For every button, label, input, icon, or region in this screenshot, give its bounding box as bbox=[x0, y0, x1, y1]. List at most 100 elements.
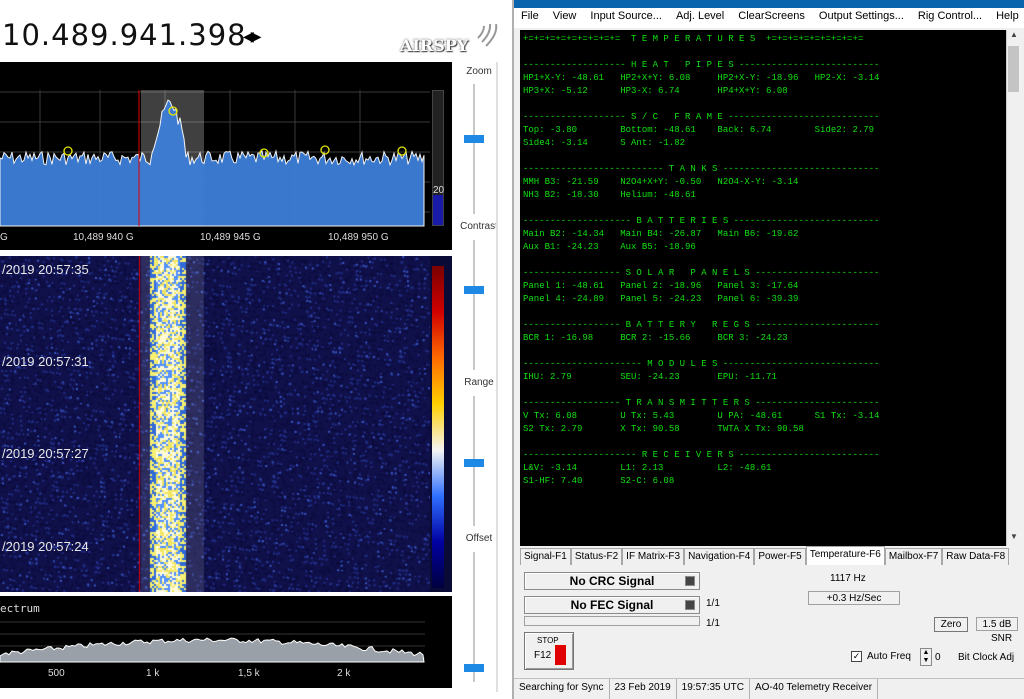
console-line: +=+=+=+=+=+=+=+=+= T E M P E R A T U R E… bbox=[523, 34, 864, 44]
scroll-up-icon[interactable]: ▲ bbox=[1007, 30, 1020, 44]
spin-up-icon[interactable]: ▲ bbox=[923, 649, 930, 656]
waterfall-colorbar bbox=[432, 266, 444, 588]
drift-readout: +0.3 Hz/Sec bbox=[808, 591, 900, 605]
tab-signal-f1[interactable]: Signal-F1 bbox=[520, 548, 571, 565]
console-line: MMH B3: -21.59 N2O4+X+Y: -0.50 N2O4-X-Y:… bbox=[523, 177, 799, 187]
menu-adj-level[interactable]: Adj. Level bbox=[669, 8, 731, 28]
zoom-slider-handle[interactable] bbox=[464, 135, 484, 144]
menu-clear-screens[interactable]: ClearScreens bbox=[731, 8, 812, 28]
range-slider-handle[interactable] bbox=[464, 459, 484, 468]
spectrum-panel[interactable]: G 10,489 940 G 10,489 945 G 10,489 950 G bbox=[0, 62, 452, 250]
console-line: ------------------ B A T T E R Y R E G S… bbox=[523, 320, 880, 330]
console-line: Aux B1: -24.23 Aux B5: -18.96 bbox=[523, 242, 696, 252]
menu-output-settings[interactable]: Output Settings... bbox=[812, 8, 911, 28]
offset-track[interactable] bbox=[473, 552, 475, 682]
console-line: ------------------ S O L A R P A N E L S… bbox=[523, 268, 880, 278]
console-line: Panel 4: -24.89 Panel 5: -24.23 Panel 6:… bbox=[523, 294, 799, 304]
offset-slider-handle[interactable] bbox=[464, 664, 484, 673]
contrast-slider-handle[interactable] bbox=[464, 286, 484, 295]
menu-rig-control[interactable]: Rig Control... bbox=[911, 8, 989, 28]
spectrum-level-bar bbox=[432, 90, 444, 226]
console-line: NH3 B2: -18.30 Helium: -48.61 bbox=[523, 190, 696, 200]
bit-clock-value: 0 bbox=[935, 652, 941, 663]
ratio-readout: 1/1 bbox=[706, 598, 720, 609]
stop-indicator-icon bbox=[555, 645, 566, 665]
freq-tick-label: G bbox=[0, 232, 8, 243]
menu-help[interactable]: Help bbox=[989, 8, 1024, 28]
tab-power-f5[interactable]: Power-F5 bbox=[754, 548, 806, 565]
console-line: ---------------------- M O D U L E S ---… bbox=[523, 359, 880, 369]
waterfall-timestamp: /2019 20:57:31 bbox=[2, 354, 89, 369]
tab-mailbox-f7[interactable]: Mailbox-F7 bbox=[884, 548, 943, 565]
tab-if-matrix-f3[interactable]: IF Matrix-F3 bbox=[622, 548, 685, 565]
console-line: Top: -3.80 Bottom: -48.61 Back: 6.74 Sid… bbox=[523, 125, 875, 135]
frequency-step-arrows-icon[interactable]: ◀▶ bbox=[243, 28, 261, 45]
tab-navigation-f4[interactable]: Navigation-F4 bbox=[684, 548, 755, 565]
waterfall-timestamp: /2019 20:57:24 bbox=[2, 539, 89, 554]
auto-freq-checkbox[interactable]: ✓ bbox=[851, 651, 862, 662]
zero-button[interactable]: Zero bbox=[934, 617, 968, 632]
console-line: Side4: -3.14 S Ant: -1.82 bbox=[523, 138, 686, 148]
crc-signal-indicator: No CRC Signal bbox=[524, 572, 700, 590]
audio-spectrum-plot bbox=[0, 621, 425, 663]
app-name: AO-40 Telemetry Receiver bbox=[750, 679, 879, 699]
console-line: L&V: -3.14 L1: 2.13 L2: -48.61 bbox=[523, 463, 772, 473]
tab-strip: Signal-F1 Status-F2 IF Matrix-F3 Navigation… bbox=[520, 546, 1024, 566]
contrast-track[interactable] bbox=[473, 240, 475, 370]
fec-signal-label: No FEC Signal bbox=[570, 598, 654, 612]
audio-tick-label: 2 k bbox=[337, 668, 351, 679]
stop-button[interactable]: STOP F12 bbox=[524, 632, 574, 670]
freq-tick-label: 10,489 950 G bbox=[328, 232, 389, 243]
status-date: 23 Feb 2019 bbox=[610, 679, 677, 699]
sync-progress-bar bbox=[524, 616, 700, 626]
spectrum-level-label: 20 bbox=[433, 185, 445, 196]
menu-file[interactable]: File bbox=[514, 8, 546, 28]
waterfall-timestamp: /2019 20:57:27 bbox=[2, 446, 89, 461]
stop-label: STOP bbox=[537, 636, 559, 645]
fec-signal-indicator: No FEC Signal bbox=[524, 596, 700, 614]
status-time: 19:57:35 UTC bbox=[677, 679, 750, 699]
zoom-track[interactable] bbox=[473, 84, 475, 214]
status-bar: Searching for Sync 23 Feb 2019 19:57:35 … bbox=[514, 678, 1024, 699]
console-line: S2 Tx: 2.79 X Tx: 90.58 TWTA X Tx: 90.58 bbox=[523, 424, 804, 434]
spectrum-plot bbox=[0, 90, 430, 227]
title-bar[interactable] bbox=[514, 0, 1024, 8]
fec-led-icon bbox=[685, 600, 695, 610]
telemetry-window: File View Input Source... Adj. Level Cle… bbox=[512, 0, 1024, 699]
waterfall-timestamp: /2019 20:57:35 bbox=[2, 262, 89, 277]
frequency-display[interactable]: 10.489.941.398 bbox=[2, 18, 247, 52]
audio-tick-label: 1 k bbox=[146, 668, 160, 679]
bit-clock-label: Bit Clock Adj bbox=[958, 652, 1015, 663]
console-line: HP3+X: -5.12 HP3-X: 6.74 HP4+X+Y: 6.08 bbox=[523, 86, 788, 96]
menu-view[interactable]: View bbox=[546, 8, 584, 28]
frequency-readout: 1117 Hz bbox=[830, 573, 866, 584]
waterfall-panel[interactable]: /2019 20:57:35 /2019 20:57:31 /2019 20:5… bbox=[0, 256, 452, 592]
menu-input-source[interactable]: Input Source... bbox=[583, 8, 669, 28]
console-line: -------------------- B A T T E R I E S -… bbox=[523, 216, 880, 226]
tab-status-f2[interactable]: Status-F2 bbox=[570, 548, 623, 565]
console-line: V Tx: 6.08 U Tx: 5.43 U PA: -48.61 S1 Tx… bbox=[523, 411, 880, 421]
console-line: -------------------------- T A N K S ---… bbox=[523, 164, 880, 174]
display-sliders: Zoom Contrast Range Offset bbox=[454, 62, 504, 692]
freq-tick-label: 10,489 940 G bbox=[73, 232, 134, 243]
spin-down-icon[interactable]: ▼ bbox=[923, 657, 930, 664]
menu-bar: File View Input Source... Adj. Level Cle… bbox=[514, 8, 1024, 28]
console-line: Panel 1: -48.61 Panel 2: -18.96 Panel 3:… bbox=[523, 281, 799, 291]
auto-freq-label: Auto Freq bbox=[867, 651, 911, 662]
audio-spectrum-panel: ectrum 500 1 k 1,5 k 2 k bbox=[0, 596, 452, 688]
tab-temperature-f6[interactable]: Temperature-F6 bbox=[805, 546, 885, 565]
console-line: HP1+X-Y: -48.61 HP2+X+Y: 6.08 HP2+X-Y: -… bbox=[523, 73, 880, 83]
console-scrollbar[interactable]: ▲ ▼ bbox=[1006, 30, 1020, 546]
sync-status: Searching for Sync bbox=[514, 679, 610, 699]
wifi-waves-icon bbox=[477, 24, 498, 47]
scroll-down-icon[interactable]: ▼ bbox=[1007, 532, 1020, 546]
temperature-console[interactable]: +=+=+=+=+=+=+=+=+= T E M P E R A T U R E… bbox=[520, 30, 1020, 546]
tab-raw-data-f8[interactable]: Raw Data-F8 bbox=[942, 548, 1010, 565]
console-line: ------------------- H E A T P I P E S --… bbox=[523, 60, 880, 70]
bit-clock-spinner[interactable]: ▲ ▼ bbox=[920, 648, 932, 666]
stop-key-label: F12 bbox=[534, 650, 552, 661]
sdr-window: 10.489.941.398 ◀▶ AIRSPY G 10,489 940 G … bbox=[0, 0, 512, 699]
console-line: --------------------- R E C E I V E R S … bbox=[523, 450, 880, 460]
console-line: BCR 1: -16.98 BCR 2: -15.66 BCR 3: -24.2… bbox=[523, 333, 788, 343]
scrollbar-thumb[interactable] bbox=[1008, 46, 1019, 92]
